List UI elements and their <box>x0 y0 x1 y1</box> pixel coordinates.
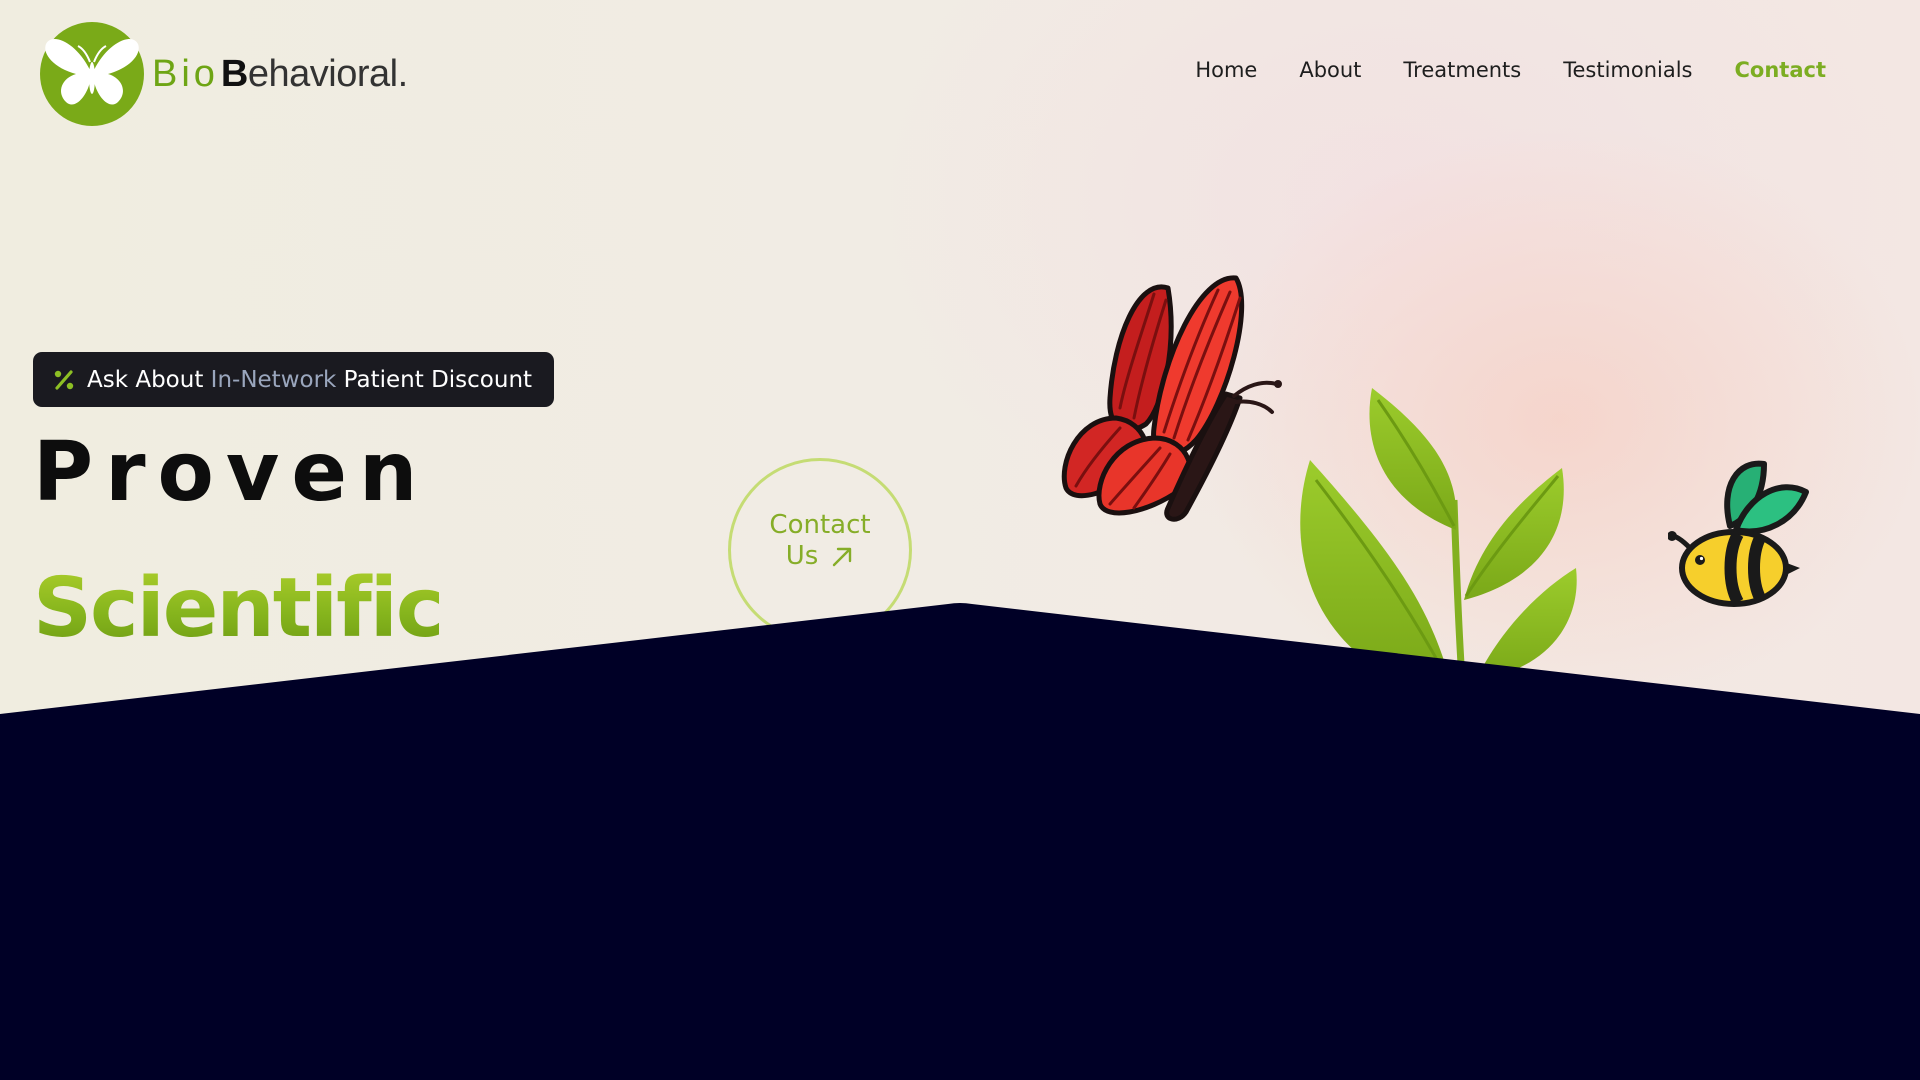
nav-home[interactable]: Home <box>1195 58 1257 82</box>
percent-icon <box>54 369 74 390</box>
hero-headline-proven: Proven <box>33 425 430 520</box>
contact-us-label-line1: Contact <box>769 510 871 540</box>
logo-text-bio: Bio <box>152 52 219 95</box>
logo-link[interactable]: Bio B ehavioral. <box>40 22 408 126</box>
badge-text: Ask About In-Network Patient Discount <box>87 367 532 393</box>
contact-us-circle-button[interactable]: Contact Us <box>728 458 912 642</box>
bee-illustration <box>1668 460 1809 607</box>
badge-prefix: Ask About <box>87 366 211 393</box>
butterfly-logo-icon <box>40 22 144 126</box>
contact-us-label-line2: Us <box>785 541 819 571</box>
logo-wordmark: Bio B ehavioral. <box>152 53 408 96</box>
logo-text-b: B <box>220 52 248 95</box>
hero-headline-scientific: Scientific <box>33 561 444 656</box>
main-nav: Home About Treatments Testimonials Conta… <box>1195 58 1826 82</box>
badge-suffix: Patient Discount <box>336 366 533 393</box>
badge-highlight: In-Network <box>210 366 337 393</box>
logo-text-rest: ehavioral. <box>247 52 408 95</box>
page: Bio B ehavioral. Home About Treatments T… <box>0 0 1920 1080</box>
contact-us-label-line2-wrap: Us <box>786 541 855 572</box>
dark-section-background <box>0 603 1920 1080</box>
nav-treatments[interactable]: Treatments <box>1403 58 1521 82</box>
arrow-up-right-icon <box>833 547 852 566</box>
plant-illustration <box>1300 388 1577 680</box>
butterfly-illustration <box>1061 275 1282 522</box>
nav-about[interactable]: About <box>1299 58 1361 82</box>
discount-badge: Ask About In-Network Patient Discount <box>33 352 555 407</box>
nav-contact[interactable]: Contact <box>1735 58 1827 82</box>
nav-testimonials[interactable]: Testimonials <box>1563 58 1692 82</box>
